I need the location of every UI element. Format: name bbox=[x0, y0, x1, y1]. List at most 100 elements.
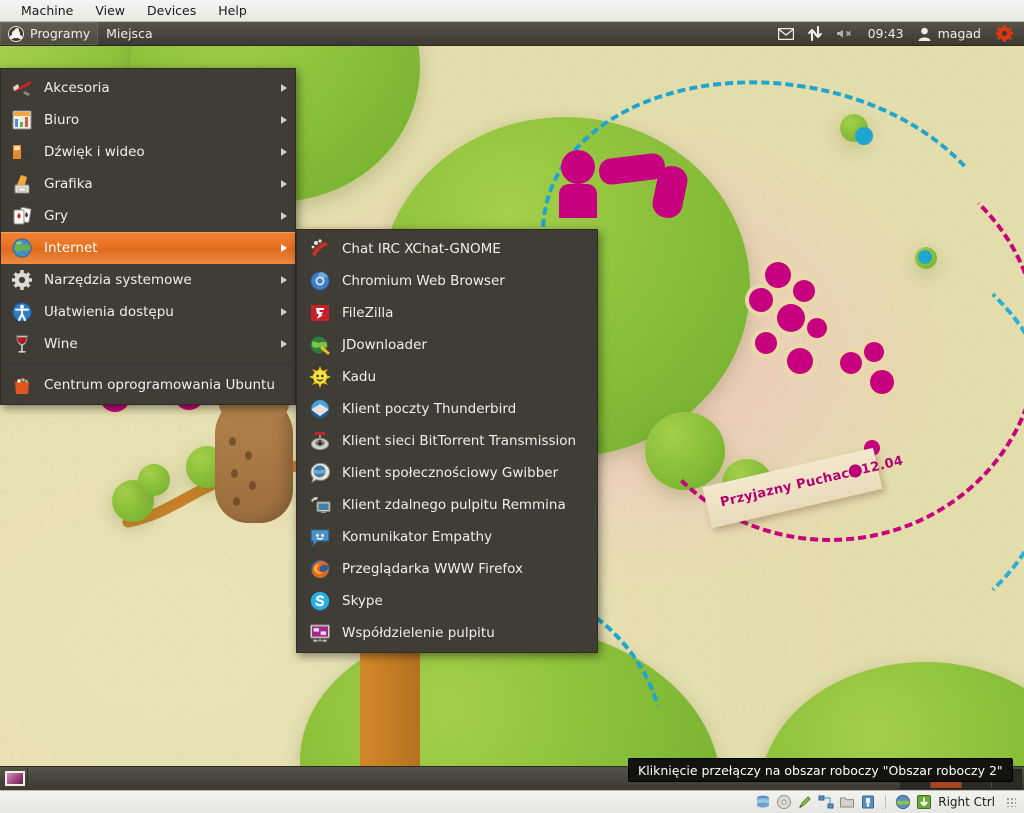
vbox-menu-view[interactable]: View bbox=[84, 1, 136, 21]
submenu-item-label: Kadu bbox=[342, 369, 377, 385]
optical-disk-icon[interactable] bbox=[776, 794, 792, 810]
chevron-right-icon bbox=[281, 340, 287, 348]
usb-icon[interactable] bbox=[860, 794, 876, 810]
menu-button-programy-label: Programy bbox=[30, 26, 91, 41]
wallpaper-teal-dot bbox=[855, 127, 873, 145]
applications-menu: Akcesoria Biuro Dźwięk i wideo Grafika G… bbox=[0, 68, 296, 405]
submenu-item-xchat-gnome[interactable]: Chat IRC XChat-GNOME bbox=[297, 233, 597, 265]
menu-item-dzwiek-i-wideo[interactable]: Dźwięk i wideo bbox=[1, 136, 295, 168]
submenu-item-skype[interactable]: Skype bbox=[297, 585, 597, 617]
office-icon bbox=[11, 109, 33, 131]
submenu-item-remmina[interactable]: Klient zdalnego pulpitu Remmina bbox=[297, 489, 597, 521]
menu-separator bbox=[3, 364, 293, 365]
submenu-item-label: FileZilla bbox=[342, 305, 394, 321]
vbox-menu-devices[interactable]: Devices bbox=[136, 1, 207, 21]
menu-item-label: Centrum oprogramowania Ubuntu bbox=[44, 377, 275, 393]
menu-item-label: Ułatwienia dostępu bbox=[44, 304, 174, 320]
virtualbox-menubar: Machine View Devices Help bbox=[0, 0, 1024, 22]
submenu-item-label: Skype bbox=[342, 593, 383, 609]
vbox-menu-help[interactable]: Help bbox=[207, 1, 258, 21]
submenu-item-jdownloader[interactable]: JDownloader bbox=[297, 329, 597, 361]
chevron-right-icon bbox=[281, 212, 287, 220]
software-center-bag-icon bbox=[11, 374, 33, 396]
submenu-item-kadu[interactable]: Kadu bbox=[297, 361, 597, 393]
desktop-sharing-icon bbox=[309, 622, 331, 644]
envelope-icon[interactable] bbox=[771, 22, 801, 46]
wallpaper-flower bbox=[840, 342, 910, 412]
show-desktop-button[interactable] bbox=[2, 767, 28, 790]
firefox-icon bbox=[309, 558, 331, 580]
submenu-item-label: Klient poczty Thunderbird bbox=[342, 401, 517, 417]
host-key-label: Right Ctrl bbox=[938, 795, 995, 809]
menu-item-label: Internet bbox=[44, 240, 98, 256]
guest-screen: Przyjazny Puchacz 12.04 Programy Miejsca bbox=[0, 22, 1024, 790]
submenu-item-wspoldzielenie-pulpitu[interactable]: Współdzielenie pulpitu bbox=[297, 617, 597, 649]
chevron-right-icon bbox=[281, 276, 287, 284]
menu-button-programy[interactable]: Programy bbox=[0, 22, 99, 45]
resize-grip[interactable] bbox=[1006, 797, 1016, 807]
submenu-item-label: Klient sieci BitTorrent Transmission bbox=[342, 433, 577, 449]
mouse-integration-icon[interactable] bbox=[797, 794, 813, 810]
menu-item-narzedzia-systemowe[interactable]: Narzędzia systemowe bbox=[1, 264, 295, 296]
menu-button-miejsca-label: Miejsca bbox=[106, 26, 153, 41]
menu-button-miejsca[interactable]: Miejsca bbox=[98, 22, 160, 45]
menu-item-internet[interactable]: Internet bbox=[1, 232, 295, 264]
virtualbox-statusbar: Right Ctrl bbox=[0, 790, 1024, 813]
chevron-right-icon bbox=[281, 116, 287, 124]
network-icon[interactable] bbox=[818, 794, 834, 810]
submenu-item-chromium-web-browser[interactable]: Chromium Web Browser bbox=[297, 265, 597, 297]
gear-icon-red[interactable] bbox=[989, 22, 1020, 46]
chromium-icon bbox=[309, 270, 331, 292]
menu-item-label: Biuro bbox=[44, 112, 80, 128]
menu-item-label: Grafika bbox=[44, 176, 93, 192]
vbox-menu-machine[interactable]: Machine bbox=[10, 1, 84, 21]
hard-disk-icon[interactable] bbox=[755, 794, 771, 810]
submenu-item-label: Chat IRC XChat-GNOME bbox=[342, 241, 501, 257]
statusbar-divider bbox=[885, 795, 887, 809]
submenu-item-firefox[interactable]: Przeglądarka WWW Firefox bbox=[297, 553, 597, 585]
submenu-item-label: Przeglądarka WWW Firefox bbox=[342, 561, 523, 577]
network-updown-icon[interactable] bbox=[801, 22, 829, 46]
wallpaper-flower bbox=[735, 262, 855, 392]
menu-item-gry[interactable]: Gry bbox=[1, 200, 295, 232]
submenu-item-gwibber[interactable]: Klient społecznościowy Gwibber bbox=[297, 457, 597, 489]
wine-glass-icon bbox=[11, 333, 33, 355]
system-tools-gear-icon bbox=[11, 269, 33, 291]
submenu-item-label: Klient społecznościowy Gwibber bbox=[342, 465, 559, 481]
clock[interactable]: 09:43 bbox=[861, 26, 911, 41]
submenu-item-filezilla[interactable]: FileZilla bbox=[297, 297, 597, 329]
graphics-icon bbox=[11, 173, 33, 195]
submenu-item-label: Współdzielenie pulpitu bbox=[342, 625, 495, 641]
submenu-item-transmission[interactable]: Klient sieci BitTorrent Transmission bbox=[297, 425, 597, 457]
menu-item-centrum-oprogramowania-ubuntu[interactable]: Centrum oprogramowania Ubuntu bbox=[1, 369, 295, 401]
remote-display-icon[interactable] bbox=[895, 794, 911, 810]
workspace-tooltip-text: Kliknięcie przełączy na obszar roboczy "… bbox=[638, 762, 1003, 778]
internet-globe-icon bbox=[11, 237, 33, 259]
accessories-icon bbox=[11, 77, 33, 99]
menu-item-wine[interactable]: Wine bbox=[1, 328, 295, 360]
shared-folders-icon[interactable] bbox=[839, 794, 855, 810]
gnome-top-panel: Programy Miejsca 09:43 magad bbox=[0, 22, 1024, 46]
chevron-right-icon bbox=[281, 308, 287, 316]
submenu-item-thunderbird[interactable]: Klient poczty Thunderbird bbox=[297, 393, 597, 425]
menu-item-label: Akcesoria bbox=[44, 80, 110, 96]
menu-item-akcesoria[interactable]: Akcesoria bbox=[1, 72, 295, 104]
menu-item-label: Wine bbox=[44, 336, 78, 352]
chevron-right-icon bbox=[281, 148, 287, 156]
screenshot-root: Machine View Devices Help Przyjazny Puch… bbox=[0, 0, 1024, 813]
remmina-icon bbox=[309, 494, 331, 516]
jdownloader-icon bbox=[309, 334, 331, 356]
host-key-icon[interactable] bbox=[916, 794, 932, 810]
games-icon bbox=[11, 205, 33, 227]
user-icon[interactable] bbox=[911, 22, 938, 46]
username-label[interactable]: magad bbox=[938, 26, 989, 41]
menu-item-biuro[interactable]: Biuro bbox=[1, 104, 295, 136]
ubuntu-logo-icon bbox=[8, 25, 24, 42]
volume-muted-icon[interactable] bbox=[829, 22, 861, 46]
transmission-icon bbox=[309, 430, 331, 452]
gwibber-icon bbox=[309, 462, 331, 484]
submenu-item-label: Klient zdalnego pulpitu Remmina bbox=[342, 497, 566, 513]
submenu-item-empathy[interactable]: Komunikator Empathy bbox=[297, 521, 597, 553]
menu-item-grafika[interactable]: Grafika bbox=[1, 168, 295, 200]
menu-item-ulatwienia-dostepu[interactable]: Ułatwienia dostępu bbox=[1, 296, 295, 328]
